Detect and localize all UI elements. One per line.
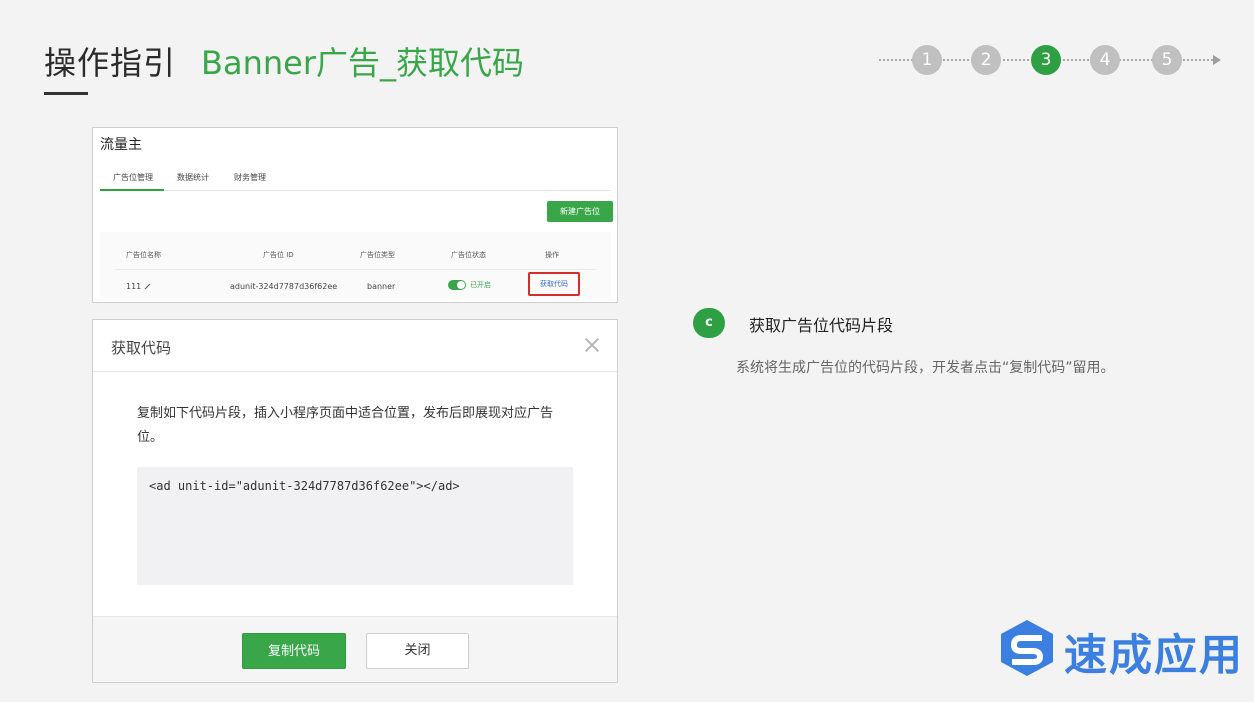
status-toggle[interactable] xyxy=(448,280,466,290)
step-4: 4 xyxy=(1090,45,1120,75)
dialog-description: 复制如下代码片段，插入小程序页面中适合位置，发布后即展现对应广告位。 xyxy=(137,406,554,445)
row-type: banner xyxy=(367,282,396,291)
new-ad-unit-button[interactable]: 新建广告位 xyxy=(547,201,613,222)
ad-unit-management-screenshot: 流量主 广告位管理 数据统计 财务管理 新建广告位 广告位名称 广告位 ID 广… xyxy=(92,127,618,303)
table-row: 111 xyxy=(126,282,151,291)
pencil-icon[interactable] xyxy=(144,283,151,290)
row-status: 已开启 xyxy=(470,281,491,289)
tab-finance[interactable]: 财务管理 xyxy=(234,172,266,191)
explain-description: 系统将生成广告位的代码片段，开发者点击“复制代码”留用。 xyxy=(736,360,1115,376)
step-progress: 1 2 3 4 5 xyxy=(879,44,1221,76)
get-code-link[interactable]: 获取代码 xyxy=(528,272,580,296)
arrow-right-icon xyxy=(1213,55,1221,65)
tab-ad-unit-management[interactable]: 广告位管理 xyxy=(100,172,164,191)
tab-bar: 广告位管理 数据统计 财务管理 xyxy=(100,172,611,191)
code-snippet: <ad unit-id="adunit-324d7787d36f62ee"></… xyxy=(149,479,460,493)
page-title: 操作指引 xyxy=(44,44,177,82)
get-code-dialog: 获取代码 复制如下代码片段，插入小程序页面中适合位置，发布后即展现对应广告位。 … xyxy=(92,319,618,683)
page-subtitle: Banner广告_获取代码 xyxy=(201,44,524,82)
step-badge: c xyxy=(693,308,725,338)
step-5: 5 xyxy=(1152,45,1182,75)
code-snippet-box[interactable]: <ad unit-id="adunit-324d7787d36f62ee"></… xyxy=(137,467,573,585)
table-divider xyxy=(115,269,596,270)
step-1: 1 xyxy=(912,45,942,75)
close-button[interactable]: 关闭 xyxy=(366,633,469,669)
dialog-header: 获取代码 xyxy=(93,320,617,372)
title-underline xyxy=(44,92,88,95)
dialog-title: 获取代码 xyxy=(111,339,172,357)
column-header-status: 广告位状态 xyxy=(451,251,486,259)
column-header-id: 广告位 ID xyxy=(263,251,294,259)
row-id: adunit-324d7787d36f62ee xyxy=(230,282,338,291)
brand-s-logo-icon xyxy=(1001,620,1053,676)
copy-code-button[interactable]: 复制代码 xyxy=(242,633,346,669)
column-header-type: 广告位类型 xyxy=(360,251,395,259)
step-2: 2 xyxy=(971,45,1001,75)
column-header-name: 广告位名称 xyxy=(126,251,161,259)
step-3-active: 3 xyxy=(1031,45,1061,75)
column-header-action: 操作 xyxy=(545,251,559,259)
dialog-footer: 复制代码 关闭 xyxy=(93,616,617,682)
ad-unit-table: 广告位名称 广告位 ID 广告位类型 广告位状态 操作 111 adunit-3… xyxy=(100,232,611,300)
tab-data-statistics[interactable]: 数据统计 xyxy=(177,172,209,191)
row-name: 111 xyxy=(126,282,142,291)
explain-title: 获取广告位代码片段 xyxy=(749,316,894,335)
brand-logo-text: 速成应用 xyxy=(1064,631,1244,681)
close-icon[interactable] xyxy=(583,336,601,354)
app-name: 流量主 xyxy=(100,137,142,153)
